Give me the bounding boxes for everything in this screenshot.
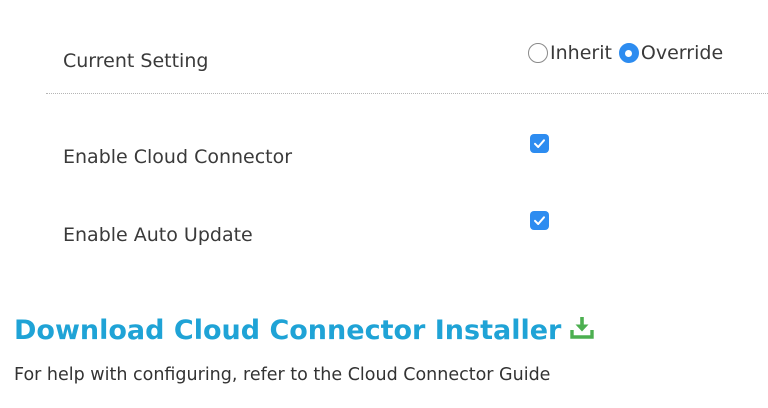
section-divider — [46, 93, 768, 94]
current-setting-radio-group: Inherit Override — [528, 42, 723, 64]
current-setting-label: Current Setting — [63, 50, 209, 72]
override-radio[interactable] — [618, 43, 639, 63]
override-option[interactable]: Override — [618, 42, 724, 64]
inherit-radio[interactable] — [528, 43, 548, 63]
inherit-label: Inherit — [550, 42, 612, 64]
enable-auto-update-checkbox[interactable] — [530, 211, 549, 230]
checkmark-icon — [534, 216, 545, 225]
enable-cloud-connector-checkbox[interactable] — [530, 134, 549, 153]
enable-cloud-connector-label: Enable Cloud Connector — [63, 146, 293, 168]
help-text: For help with configuring, refer to the … — [14, 365, 551, 385]
download-icon[interactable] — [569, 314, 595, 347]
download-installer-link[interactable]: Download Cloud Connector Installer — [14, 314, 595, 347]
checkmark-icon — [534, 139, 545, 148]
enable-auto-update-label: Enable Auto Update — [63, 224, 253, 246]
download-installer-link-text: Download Cloud Connector Installer — [14, 315, 562, 346]
override-label: Override — [640, 42, 724, 64]
settings-page: Current Setting Inherit Override Enable … — [0, 0, 768, 408]
inherit-option[interactable]: Inherit — [528, 42, 612, 64]
